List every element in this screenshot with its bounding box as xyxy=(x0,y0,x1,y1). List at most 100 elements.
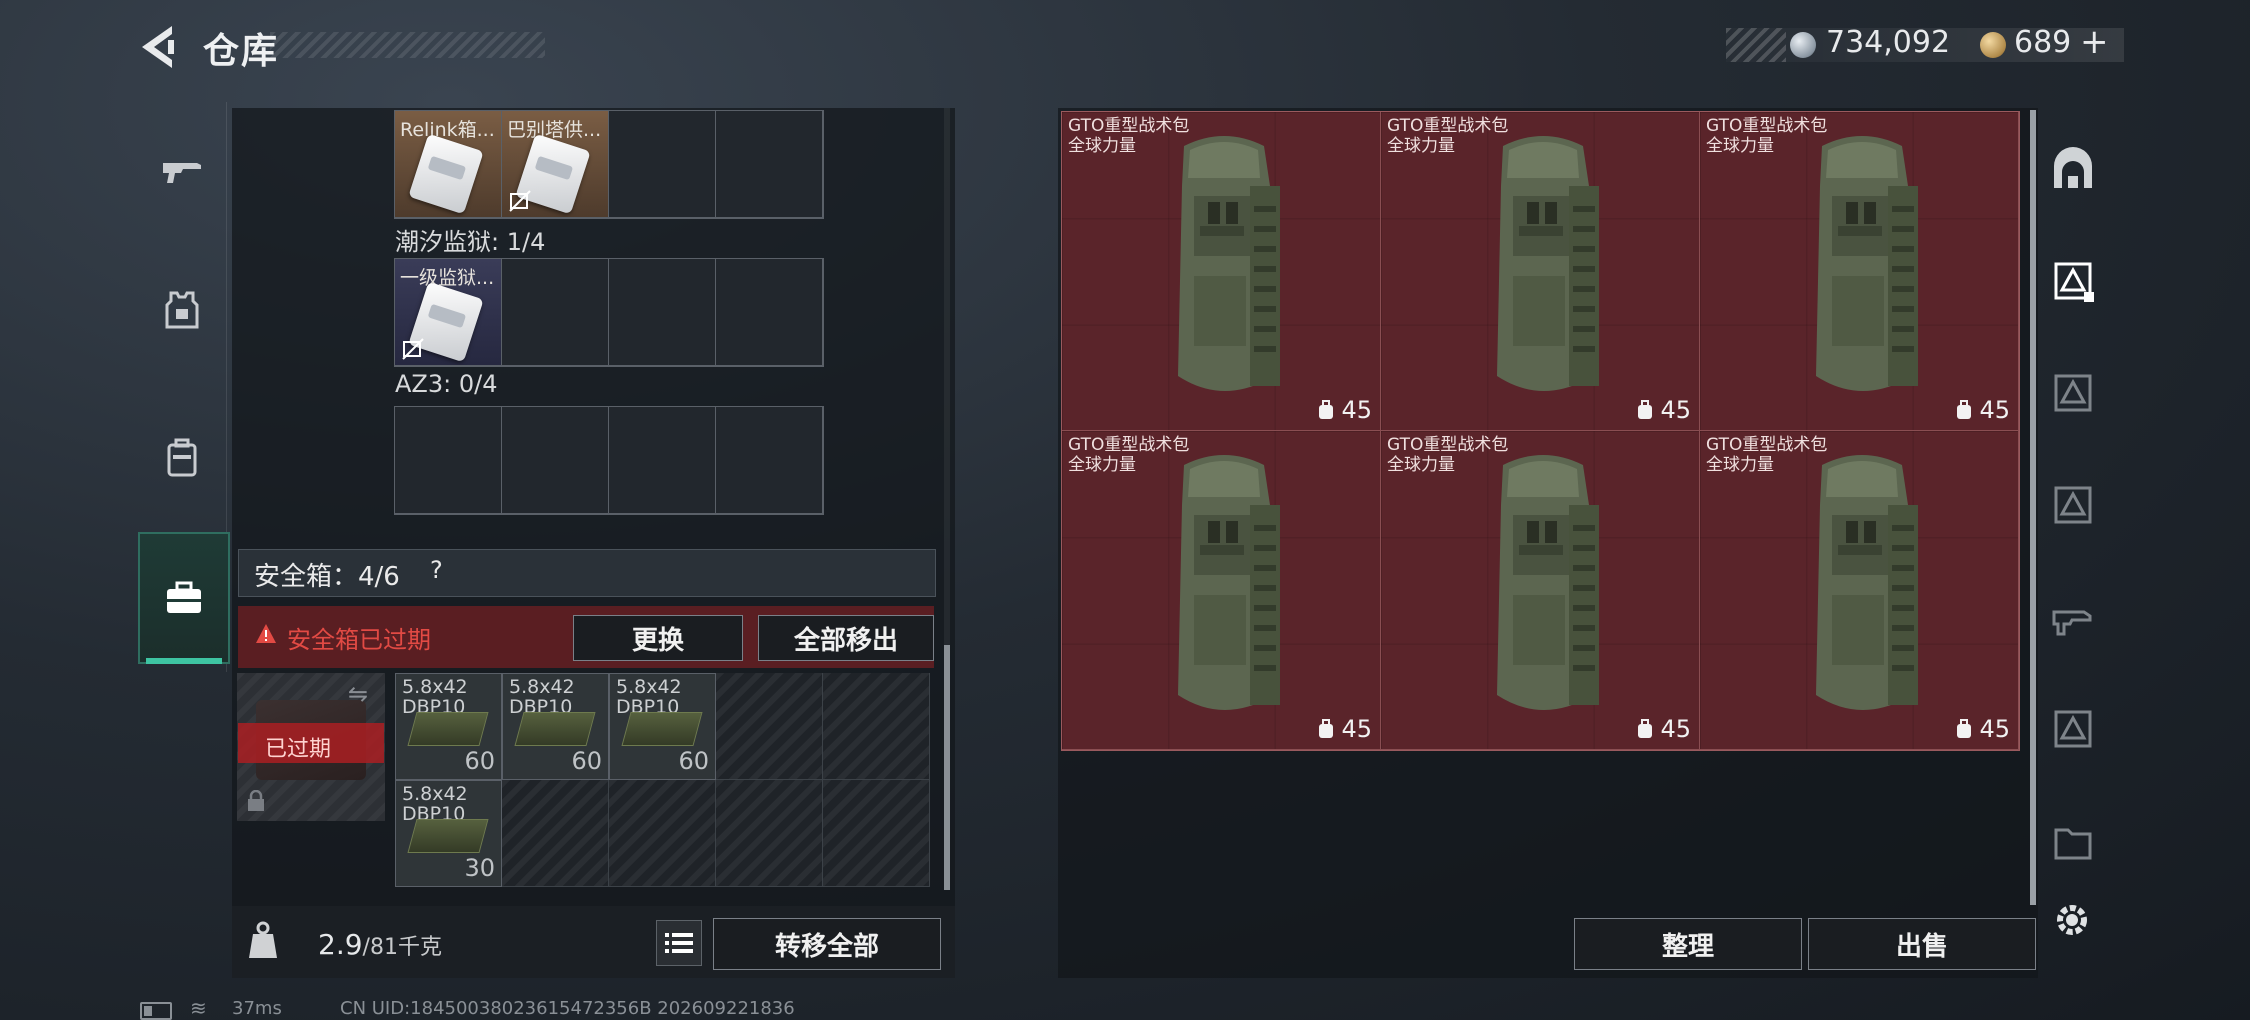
ammo-quantity: 60 xyxy=(464,747,495,775)
backpack-image xyxy=(1178,136,1280,391)
capacity-badge: 45 xyxy=(1955,715,2010,743)
lock-icon xyxy=(248,790,264,811)
uid-text: CN UID:18450038023615472356B 20260922183… xyxy=(340,998,795,1019)
currency-decoration xyxy=(1726,28,1786,62)
capacity-badge: 45 xyxy=(1955,396,2010,424)
gear-icon[interactable] xyxy=(2050,898,2094,942)
item-name: 一级监狱... xyxy=(400,267,495,289)
empty-slot[interactable] xyxy=(716,407,823,514)
stash-item[interactable]: GTO重型战术包 全球力量 45 xyxy=(1062,431,1381,750)
ammo-name: 5.8x42 DBP10 xyxy=(616,676,682,718)
section-label: AZ3: 0/4 xyxy=(395,370,498,398)
safe-box-grid: 5.8x42 DBP10 60 5.8x42 DBP10 60 5.8x42 D… xyxy=(395,673,930,887)
category-tabs xyxy=(138,102,230,672)
stash-scrollbar[interactable] xyxy=(2030,110,2036,905)
swap-button[interactable]: 更换 xyxy=(573,615,743,661)
empty-slot[interactable] xyxy=(395,407,502,514)
empty-slot[interactable] xyxy=(716,673,823,780)
transfer-all-button[interactable]: 转移全部 xyxy=(713,918,941,970)
keycard-image xyxy=(408,133,484,215)
ammo-item[interactable]: 5.8x42 DBP10 60 xyxy=(502,673,609,780)
ammo-item[interactable]: 5.8x42 DBP10 60 xyxy=(609,673,716,780)
backpack-image xyxy=(1816,136,1918,391)
ammo-quantity: 60 xyxy=(678,747,709,775)
capacity-value: 45 xyxy=(1979,715,2010,743)
stash-item[interactable]: GTO重型战术包 全球力量 45 xyxy=(1381,431,1700,750)
item-slot[interactable]: 巴别塔供... xyxy=(502,111,609,218)
stash-page-2-icon[interactable] xyxy=(2050,370,2096,416)
section-label: 潮汐监狱: 1/4 xyxy=(395,228,546,256)
battery-icon xyxy=(140,1002,172,1020)
stash-home-icon[interactable] xyxy=(2050,146,2096,192)
capacity-value: 45 xyxy=(1660,396,1691,424)
list-view-button[interactable] xyxy=(656,920,702,966)
ammo-name: 5.8x42 DBP10 xyxy=(402,676,468,718)
help-icon[interactable]: ? xyxy=(430,556,443,584)
stash-grid: GTO重型战术包 全球力量 45 GTO重型战术包 全球力量 45 GTO重型战… xyxy=(1061,111,2020,751)
back-arrow-icon[interactable] xyxy=(138,22,178,72)
weight-current: 2.9 xyxy=(318,928,363,961)
empty-slot[interactable] xyxy=(502,780,609,887)
tab-safe-box[interactable] xyxy=(138,532,230,664)
backpack-capacity-icon xyxy=(1638,400,1653,419)
safe-box-capacity: 安全箱：4/6 xyxy=(254,562,400,592)
empty-slot[interactable] xyxy=(716,111,823,218)
container-grid-2: 一级监狱... xyxy=(394,258,824,367)
stash-weapon-page-icon[interactable] xyxy=(2050,594,2096,640)
rifle-icon xyxy=(163,163,201,183)
tab-weapons[interactable] xyxy=(138,102,226,238)
capacity-value: 45 xyxy=(1341,396,1372,424)
stash-item[interactable]: GTO重型战术包 全球力量 45 xyxy=(1700,112,2019,431)
empty-slot[interactable] xyxy=(716,259,823,366)
empty-slot[interactable] xyxy=(609,407,716,514)
sort-button[interactable]: 整理 xyxy=(1574,918,1802,970)
item-name: Relink箱... xyxy=(400,119,495,141)
ammo-item[interactable]: 5.8x42 DBP10 60 xyxy=(395,673,502,780)
capacity-value: 45 xyxy=(1341,715,1372,743)
stash-page-4-icon[interactable] xyxy=(2050,706,2096,752)
stash-page-3-icon[interactable] xyxy=(2050,482,2096,528)
weight-max: /81千克 xyxy=(362,935,442,960)
backpack-image xyxy=(1816,455,1918,710)
tab-backpack[interactable] xyxy=(138,390,226,526)
ammo-name: 5.8x42 DBP10 xyxy=(509,676,575,718)
stash-item[interactable]: GTO重型战术包 全球力量 45 xyxy=(1062,112,1381,431)
empty-slot[interactable] xyxy=(609,780,716,887)
stash-item[interactable]: GTO重型战术包 全球力量 45 xyxy=(1381,112,1700,431)
backpack-image xyxy=(1178,455,1280,710)
item-slot[interactable]: Relink箱... xyxy=(395,111,502,218)
empty-slot[interactable] xyxy=(609,111,716,218)
move-all-button[interactable]: 全部移出 xyxy=(758,615,934,661)
swap-arrows-icon[interactable]: ⇋ xyxy=(348,680,368,708)
empty-slot[interactable] xyxy=(716,780,823,887)
empty-slot[interactable] xyxy=(502,259,609,366)
ammo-box-image xyxy=(407,712,489,746)
empty-slot[interactable] xyxy=(609,259,716,366)
add-currency-button[interactable]: + xyxy=(2080,22,2109,62)
ammo-name: 5.8x42 DBP10 xyxy=(402,783,468,825)
backpack-image xyxy=(1497,455,1599,710)
ammo-box-image xyxy=(514,712,596,746)
page-title: 仓库 xyxy=(203,31,280,72)
empty-slot[interactable] xyxy=(823,673,930,780)
sell-button[interactable]: 出售 xyxy=(1808,918,2036,970)
backpack-capacity-icon xyxy=(1957,719,1972,738)
backpack-capacity-icon xyxy=(1319,400,1334,419)
stash-folder-icon[interactable] xyxy=(2050,818,2096,864)
list-icon xyxy=(665,933,693,953)
capacity-value: 45 xyxy=(1979,396,2010,424)
empty-slot[interactable] xyxy=(823,780,930,887)
capacity-badge: 45 xyxy=(1636,715,1691,743)
stash-page-1-icon[interactable] xyxy=(2050,258,2096,304)
capacity-badge: 45 xyxy=(1317,396,1372,424)
no-trade-icon xyxy=(402,338,424,360)
empty-slot[interactable] xyxy=(502,407,609,514)
stash-item[interactable]: GTO重型战术包 全球力量 45 xyxy=(1700,431,2019,750)
tab-armor[interactable] xyxy=(138,242,226,378)
capacity-badge: 45 xyxy=(1317,715,1372,743)
warning-icon xyxy=(256,624,276,643)
item-slot[interactable]: 一级监狱... xyxy=(395,259,502,366)
capacity-value: 45 xyxy=(1660,715,1691,743)
ammo-item[interactable]: 5.8x42 DBP10 30 xyxy=(395,780,502,887)
scrollbar-thumb[interactable] xyxy=(944,645,950,890)
